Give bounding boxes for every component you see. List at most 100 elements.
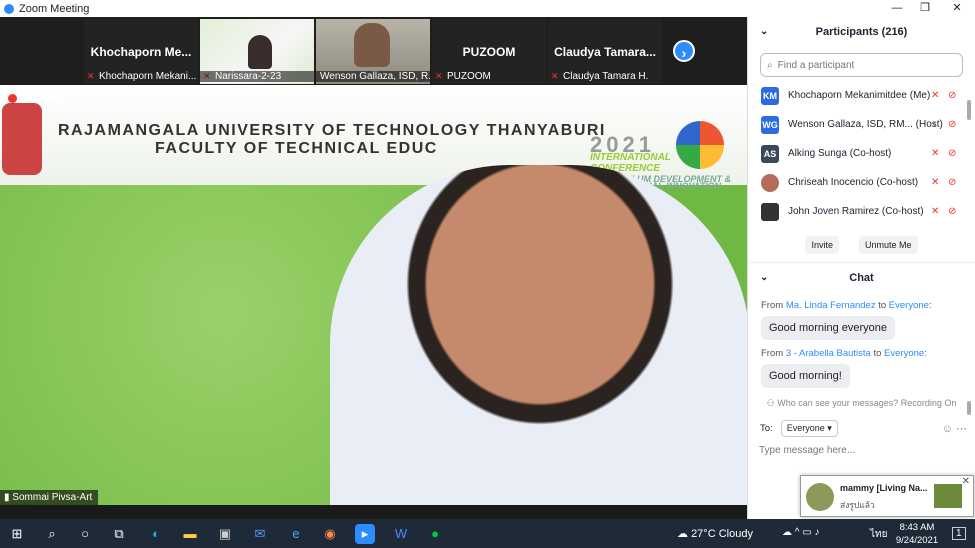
windows-start-icon[interactable]: ⊞ <box>7 524 27 544</box>
avatar: KM <box>761 86 779 105</box>
search-placeholder: Find a participant <box>777 59 855 71</box>
avatar <box>761 202 779 221</box>
word-icon[interactable]: W <box>391 524 411 544</box>
participant-row[interactable]: Chriseah Inocencio (Co-host) ✕ ⊘ <box>748 168 975 197</box>
zoom-logo-icon <box>4 3 14 14</box>
action-center-icon[interactable]: 1 <box>952 527 966 540</box>
close-window-button[interactable]: ✕ <box>942 0 972 17</box>
mic-on-icon: ◖ <box>931 119 938 130</box>
side-panel: ⌄ Participants (216) ⌕ Find a participan… <box>747 17 975 519</box>
weather-widget[interactable]: ☁ 27°C Cloudy <box>677 527 753 540</box>
participants-header[interactable]: ⌄ Participants (216) <box>748 17 975 47</box>
banner-faculty: FACULTY OF TECHNICAL EDUC <box>155 140 438 157</box>
more-icon[interactable]: ⋯ <box>956 423 967 435</box>
restore-button[interactable]: ❐ <box>910 0 940 17</box>
participant-actions: Invite Unmute Me <box>748 236 975 254</box>
message-bubble: Good morning! <box>761 364 850 388</box>
university-seal-icon <box>2 103 42 175</box>
search-icon: ⌕ <box>767 59 773 71</box>
signal-bars-icon: ▮ <box>4 492 10 503</box>
cortana-icon[interactable]: ○ <box>75 524 95 544</box>
recording-dot-icon <box>8 93 17 103</box>
recording-label: Recording <box>21 93 63 103</box>
tile-name: Khochaporn Me... <box>90 45 192 59</box>
video-off-icon: ⊘ <box>948 119 957 130</box>
participant-row[interactable]: WG Wenson Gallaza, ISD, RM... (Host) ◖ ⊘ <box>748 110 975 139</box>
participant-row[interactable]: KM Khochaporn Mekanimitdee (Me) ✕ ⊘ <box>748 81 975 110</box>
scrollbar-participants[interactable] <box>967 100 971 120</box>
to-label: to <box>875 300 889 311</box>
next-page-icon[interactable]: › <box>673 40 695 62</box>
edge-icon[interactable]: ◐ <box>146 524 166 544</box>
participant-tile[interactable]: PUZOOM ✕ PUZOOM <box>432 19 546 84</box>
mic-muted-icon: ✕ <box>931 148 940 159</box>
unmute-me-button[interactable]: Unmute Me <box>858 236 918 254</box>
sender-name[interactable]: Ma. Linda Fernandez <box>786 300 876 311</box>
recipient-dropdown[interactable]: Everyone ▾ <box>780 420 838 437</box>
tray-icons[interactable]: ☁ ^ ▭ ♪ <box>782 527 819 538</box>
chat-title: Chat <box>849 272 874 284</box>
clock[interactable]: 8:43 AM 9/24/2021 <box>892 521 942 547</box>
file-explorer-icon[interactable]: ▬ <box>180 524 200 544</box>
chevron-down-icon[interactable]: ⌄ <box>760 263 768 293</box>
mic-muted-icon: ✕ <box>931 206 940 217</box>
zoom-icon[interactable]: ▸ <box>355 524 375 544</box>
people-icon: ⚇ <box>766 398 775 408</box>
firefox-icon[interactable]: ◉ <box>320 524 340 544</box>
tile-caption: Narissara-2-23 <box>200 71 314 82</box>
participant-tile[interactable]: ✕ Narissara-2-23 <box>200 19 314 84</box>
chat-input[interactable]: Type message here... <box>748 445 975 456</box>
colon: : <box>924 348 927 359</box>
from-label: From <box>761 300 786 311</box>
active-speaker-video: RAJAMANGALA UNIVERSITY OF TECHNOLOGY THA… <box>0 85 747 505</box>
chevron-down-icon: ▾ <box>827 423 832 433</box>
notification-title: mammy [Living Na... <box>840 483 928 493</box>
who-can-see-link[interactable]: ⚇ Who can see your messages? Recording O… <box>748 398 975 409</box>
colon: : <box>928 300 932 311</box>
scrollbar-chat[interactable] <box>967 401 971 415</box>
internet-explorer-icon[interactable]: e <box>286 524 306 544</box>
task-view-icon[interactable]: ⧉ <box>109 524 129 544</box>
emoji-icon[interactable]: ☺ <box>942 423 953 435</box>
language-indicator[interactable]: ไทย <box>870 527 887 542</box>
participant-name: Chriseah Inocencio (Co-host) <box>788 177 919 188</box>
tile-name: PUZOOM <box>462 45 516 59</box>
tile-caption: PUZOOM <box>447 71 491 82</box>
chat-header[interactable]: ⌄ Chat <box>748 262 975 292</box>
video-off-icon: ⊘ <box>948 206 957 217</box>
cloud-icon: ☁ <box>677 528 688 540</box>
conference-logo-icon <box>676 121 724 169</box>
chevron-down-icon[interactable]: ⌄ <box>760 17 768 47</box>
banner-university: RAJAMANGALA UNIVERSITY OF TECHNOLOGY THA… <box>58 122 606 139</box>
participants-title: Participants (216) <box>815 26 908 38</box>
who-can-see-text: Who can see your messages? Recording On <box>777 398 957 408</box>
participant-tile[interactable]: Wenson Gallaza, ISD, R... <box>316 19 430 84</box>
participant-tile[interactable]: Khochaporn Me... ✕ Khochaporn Mekani... <box>84 19 198 84</box>
line-notification[interactable]: mammy [Living Na... ส่งรูปแล้ว ✕ <box>800 475 974 517</box>
notification-image <box>934 484 962 508</box>
mail-icon[interactable]: ✉ <box>250 524 270 544</box>
sender-name[interactable]: 3 - Arabella Bautista <box>786 348 871 359</box>
participant-tile[interactable]: Claudya Tamara... ✕ Claudya Tamara H. <box>548 19 662 84</box>
to-label: To: <box>760 423 773 434</box>
message-meta: From Ma. Linda Fernandez to Everyone: <box>748 300 975 311</box>
to-label: to <box>870 348 885 359</box>
participant-row[interactable]: John Joven Ramirez (Co-host) ✕ ⊘ <box>748 197 975 226</box>
window-title: Zoom Meeting <box>19 2 90 15</box>
invite-button[interactable]: Invite <box>805 236 839 254</box>
recording-indicator[interactable]: Recording <box>8 93 62 103</box>
chat-tool-icons: ☺ ⋯ <box>942 422 967 435</box>
speaker-name-label: ▮ Sommai Pivsa-Art <box>0 490 99 505</box>
participant-search[interactable]: ⌕ Find a participant <box>760 53 963 77</box>
store-icon[interactable]: ▣ <box>215 524 235 544</box>
tile-caption: Claudya Tamara H. <box>563 71 649 82</box>
participant-row[interactable]: AS Alking Sunga (Co-host) ✕ ⊘ <box>748 139 975 168</box>
minimize-button[interactable]: — <box>882 0 912 17</box>
search-icon[interactable]: ⌕ <box>42 524 62 544</box>
speaker-person <box>330 165 747 505</box>
line-app-icon[interactable]: ● <box>425 524 445 544</box>
title-bar: Zoom Meeting — ❐ ✕ <box>0 0 975 17</box>
speaker-name: Sommai Pivsa-Art <box>12 492 93 503</box>
close-icon[interactable]: ✕ <box>962 476 970 487</box>
participant-name: Wenson Gallaza, ISD, RM... (Host) <box>788 119 943 130</box>
